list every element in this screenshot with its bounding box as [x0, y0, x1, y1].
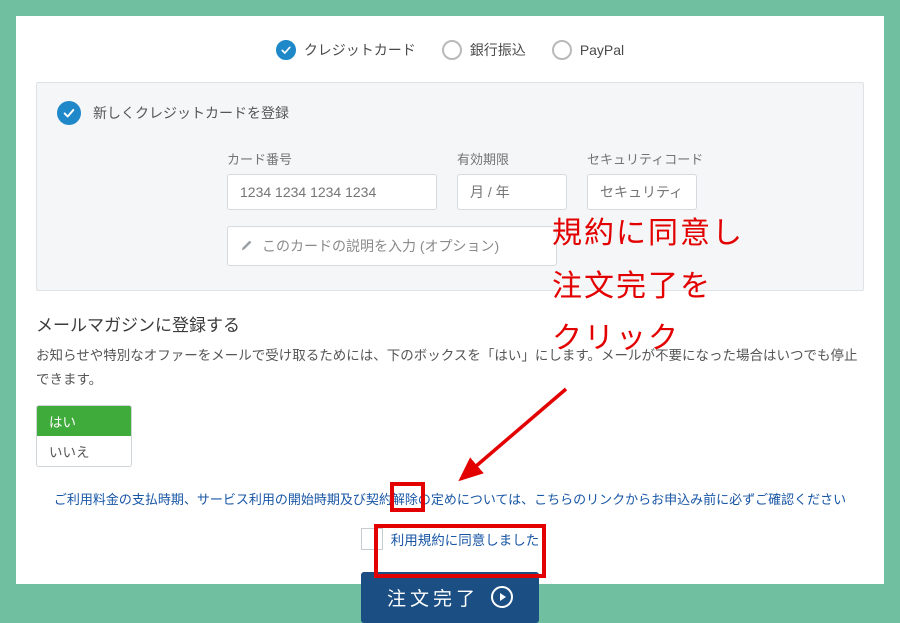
pay-method-credit-card[interactable]: クレジットカード [276, 40, 416, 60]
card-number-input[interactable] [227, 174, 437, 210]
cvc-field: セキュリティコード [587, 149, 703, 210]
register-new-label: 新しくクレジットカードを登録 [93, 103, 289, 123]
card-number-field: カード番号 [227, 149, 437, 210]
card-description-row: このカードの説明を入力 (オプション) [57, 226, 843, 266]
pay-method-label: PayPal [580, 42, 624, 58]
expiry-field: 有効期限 [457, 149, 567, 210]
order-complete-label: 注文完了 [387, 584, 479, 611]
card-fields: カード番号 有効期限 セキュリティコード [57, 149, 843, 210]
checkout-page: クレジットカード 銀行振込 PayPal 新しくクレジットカードを登録 カード番… [16, 16, 884, 584]
agree-checkbox[interactable] [361, 528, 383, 550]
pencil-icon [240, 238, 254, 255]
mailmag-description: お知らせや特別なオファーをメールで受け取るためには、下のボックスを「はい」にしま… [36, 344, 864, 393]
submit-row: 注文完了 [36, 572, 864, 623]
pay-method-paypal[interactable]: PayPal [552, 40, 624, 60]
radio-unselected-icon [442, 40, 462, 60]
radio-selected-icon [276, 40, 296, 60]
expiry-input[interactable] [457, 174, 567, 210]
payment-method-selector: クレジットカード 銀行振込 PayPal [36, 40, 864, 60]
pay-method-bank-transfer[interactable]: 銀行振込 [442, 40, 526, 60]
terms-details-link[interactable]: ご利用料金の支払時期、サービス利用の開始時期及び契約解除の定めについては、こちら… [36, 489, 864, 508]
mailmag-yes[interactable]: はい [37, 406, 131, 436]
card-description-input[interactable]: このカードの説明を入力 (オプション) [227, 226, 557, 266]
mailmag-heading: メールマガジンに登録する [36, 311, 864, 336]
order-complete-button[interactable]: 注文完了 [361, 572, 539, 623]
radio-unselected-icon [552, 40, 572, 60]
card-description-placeholder: このカードの説明を入力 (オプション) [262, 236, 499, 256]
agree-terms-row: 利用規約に同意しました [36, 528, 864, 550]
card-number-label: カード番号 [227, 149, 437, 168]
register-new-card-toggle[interactable]: 新しくクレジットカードを登録 [57, 101, 843, 125]
expiry-label: 有効期限 [457, 149, 567, 168]
check-circle-icon [57, 101, 81, 125]
cvc-label: セキュリティコード [587, 149, 703, 168]
annotation-arrow-icon [446, 384, 576, 494]
arrow-right-circle-icon [491, 586, 513, 608]
pay-method-label: 銀行振込 [470, 40, 526, 60]
mailmag-toggle: はい いいえ [36, 405, 132, 467]
cvc-input[interactable] [587, 174, 697, 210]
credit-card-panel: 新しくクレジットカードを登録 カード番号 有効期限 セキュリティコード このカー… [36, 82, 864, 291]
agree-label: 利用規約に同意しました [391, 529, 540, 549]
pay-method-label: クレジットカード [304, 40, 416, 60]
mailmag-no[interactable]: いいえ [37, 436, 131, 466]
